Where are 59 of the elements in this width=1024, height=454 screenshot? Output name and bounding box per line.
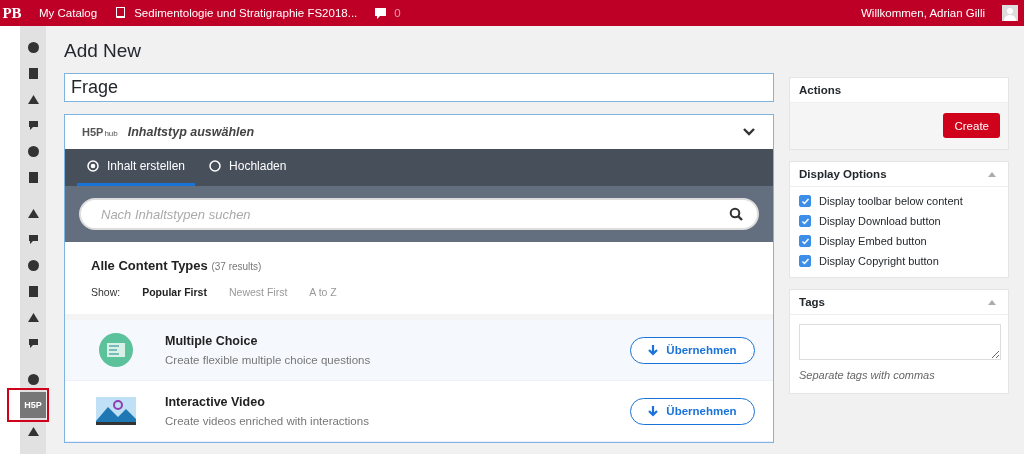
dot-icon (26, 258, 40, 272)
catalog-link[interactable]: My Catalog (39, 7, 98, 19)
checkbox[interactable] (799, 215, 811, 227)
sidebar-item[interactable]: H5P (20, 392, 46, 418)
book-link[interactable]: Sedimentologie und Stratigraphie FS2018... (134, 7, 358, 19)
content-type-description: Create flexible multiple choice questions (165, 354, 372, 366)
option-label: Display Copyright button (819, 255, 939, 267)
sort-label: Show: (91, 286, 121, 298)
checkbox[interactable] (799, 255, 811, 267)
panel-title: Display Options (799, 168, 887, 180)
list-icon (99, 333, 133, 367)
chevron-icon[interactable] (743, 128, 755, 136)
dot-icon (26, 372, 40, 386)
highlight-frame (7, 388, 49, 422)
content-type-description: Create videos enriched with interactions (165, 415, 370, 427)
page-icon (28, 67, 38, 79)
page-title: Add New (64, 40, 143, 62)
hub-logo: H5P hub (82, 126, 118, 138)
option-label: Display Download button (819, 215, 941, 227)
radio-icon (87, 160, 99, 172)
speech-bubble-icon (28, 234, 38, 244)
video-thumbnail-icon (96, 397, 136, 425)
greeting-link[interactable]: Willkommen, Adrian Gilli (861, 7, 985, 19)
arrow-down-icon (648, 344, 659, 356)
triangle-icon (27, 312, 39, 322)
tab[interactable]: Hochladen (199, 149, 297, 186)
page-icon (28, 285, 38, 297)
title-field[interactable]: Frage (64, 73, 774, 102)
arrow-down-icon (648, 405, 659, 417)
content-type-name: Interactive Video (165, 395, 266, 409)
hub-title[interactable]: Inhaltstyp auswählen (127, 125, 255, 139)
content-type-name: Multiple Choice (165, 334, 259, 348)
create-button[interactable]: Create (943, 113, 1000, 138)
list-heading: Alle Content Types (37 results) (91, 258, 263, 273)
triangle-icon (27, 426, 39, 436)
use-button[interactable]: Übernehmen (630, 397, 755, 425)
checkbox[interactable] (799, 235, 811, 247)
tags-hint: Separate tags with commas (799, 369, 936, 381)
radio-icon (209, 160, 222, 172)
triangle-icon (27, 94, 39, 104)
comment-icon (374, 6, 388, 20)
sort-option[interactable]: Popular First (142, 286, 207, 298)
search-icon[interactable] (729, 207, 743, 221)
dot-icon (26, 144, 40, 158)
dot-icon (26, 40, 40, 54)
speech-bubble-icon (28, 120, 38, 130)
search-field[interactable]: Nach Inhaltstypen suchen (79, 198, 759, 230)
book-icon (114, 6, 128, 20)
option-label: Display Embed button (819, 235, 927, 247)
option-label: Display toolbar below content (819, 195, 963, 207)
triangle-icon (27, 208, 39, 218)
site-logo[interactable]: PB (2, 4, 22, 22)
use-button[interactable]: Übernehmen (630, 336, 755, 364)
panel-title: Actions (799, 84, 842, 96)
panel-title: Tags (799, 296, 825, 308)
tags-field[interactable] (799, 324, 1001, 360)
speech-bubble-icon (28, 338, 38, 348)
checkbox[interactable] (799, 195, 811, 207)
page-icon (28, 171, 38, 183)
